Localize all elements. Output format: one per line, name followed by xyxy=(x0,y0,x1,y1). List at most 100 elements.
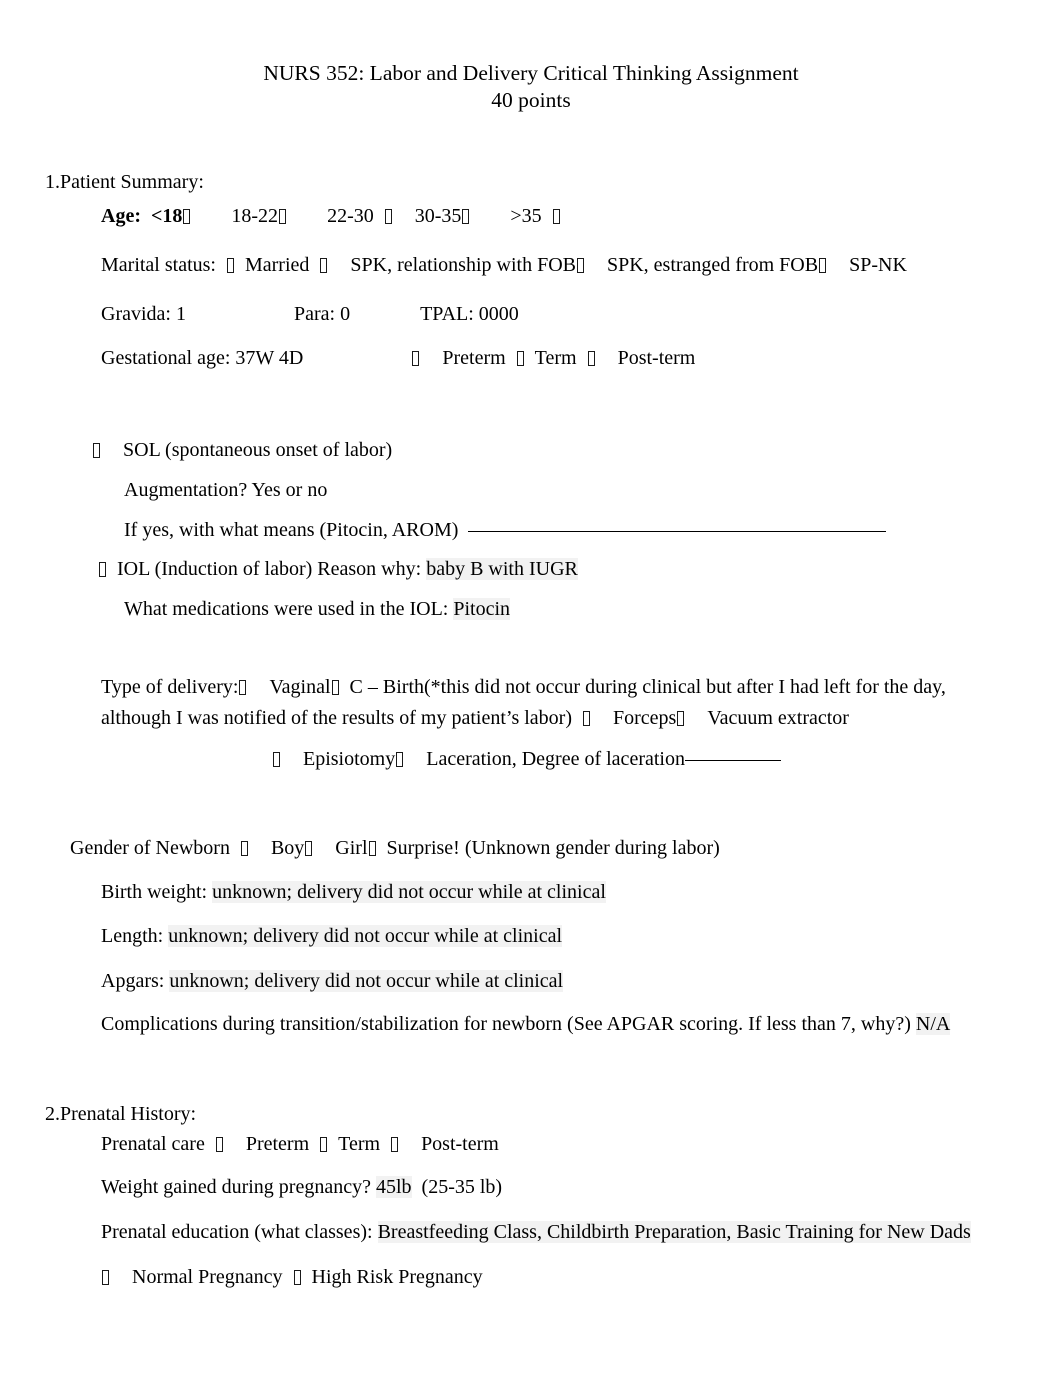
age-option-0-label: <18 xyxy=(150,205,183,227)
marital-status-label: Marital status: xyxy=(101,254,216,276)
episiotomy-row: Episiotomy Laceration, Degree of lacerati… xyxy=(272,747,781,771)
title-line-2: 40 points xyxy=(491,88,571,112)
complications-answer[interactable]: N/A xyxy=(915,1013,951,1035)
checkbox-icon-gestational-0[interactable] xyxy=(412,351,420,366)
weight-gained-answer[interactable]: 45lb xyxy=(375,1176,412,1198)
age-row: Age: <18 18-22 22-30 30-35 >35 xyxy=(101,204,561,228)
checkbox-icon-marital-0[interactable] xyxy=(226,258,234,273)
gestational-option-1-label: Term xyxy=(534,347,577,369)
age-option-4-label: >35 xyxy=(510,205,542,227)
checkbox-icon-age-1[interactable] xyxy=(279,209,287,224)
gestational-age-row: Gestational age: 37W 4D Preterm Term Post-t… xyxy=(101,346,695,370)
prenatal-care-option-1-label: Term xyxy=(338,1133,381,1155)
normal-pregnancy-label: Normal Pregnancy xyxy=(132,1266,283,1288)
iol-medications-label: What medications were used in the IOL: xyxy=(124,598,449,620)
laceration-label: Laceration, Degree of laceration xyxy=(426,748,685,770)
sol-label: SOL (spontaneous onset of labor) xyxy=(123,439,393,461)
if-yes-means-row: If yes, with what means (Pitocin, AROM) xyxy=(124,518,887,542)
length-row: Length: unknown; delivery did not occur … xyxy=(101,924,562,948)
section-2-heading: 2.Prenatal History: xyxy=(45,1103,197,1125)
document-page: NURS 352: Labor and Delivery Critical Th… xyxy=(0,0,1062,1377)
weight-gained-row: Weight gained during pregnancy? 45lb (25-… xyxy=(101,1175,502,1199)
checkbox-icon-normal-pregnancy[interactable] xyxy=(102,1270,109,1285)
gender-surprise-label: Surprise! (Unknown gender during labor) xyxy=(386,837,720,859)
prenatal-care-option-2-label: Post-term xyxy=(421,1133,499,1155)
apgars-answer[interactable]: unknown; delivery did not occur while at… xyxy=(169,970,564,992)
checkbox-icon-age-3[interactable] xyxy=(462,209,470,224)
pregnancy-risk-row: Normal Pregnancy High Risk Pregnancy xyxy=(101,1265,483,1289)
checkbox-icon-age-2[interactable] xyxy=(384,209,392,224)
birth-weight-answer[interactable]: unknown; delivery did not occur while at… xyxy=(212,881,606,903)
checkbox-icon-gestational-2[interactable] xyxy=(587,351,595,366)
complications-label: Complications during transition/stabiliz… xyxy=(101,1013,911,1035)
age-option-2-label: 22-30 xyxy=(327,205,374,227)
checkbox-icon-prenatal-0[interactable] xyxy=(215,1137,223,1152)
checkbox-icon-marital-3[interactable] xyxy=(819,258,827,273)
iol-medications-answer[interactable]: Pitocin xyxy=(453,598,511,620)
sol-row: SOL (spontaneous onset of labor) xyxy=(92,438,392,462)
checkbox-icon-age-0[interactable] xyxy=(183,209,191,224)
checkbox-icon-laceration[interactable] xyxy=(396,752,404,767)
if-yes-means-blank[interactable] xyxy=(468,531,887,532)
gender-boy-label: Boy xyxy=(270,837,305,859)
prenatal-care-row: Prenatal care Preterm Term Post-term xyxy=(101,1132,499,1156)
checkbox-icon-gender-boy[interactable] xyxy=(240,841,248,856)
prenatal-education-row: Prenatal education (what classes): Breas… xyxy=(101,1220,971,1244)
checkbox-icon-iol[interactable] xyxy=(99,562,106,577)
gender-girl-label: Girl xyxy=(335,837,368,859)
marital-option-2-label: SPK, estranged from FOB xyxy=(606,254,819,276)
gestational-option-0-label: Preterm xyxy=(442,347,506,369)
apgars-label: Apgars: xyxy=(101,970,165,992)
checkbox-icon-age-4[interactable] xyxy=(552,209,560,224)
if-yes-means-label: If yes, with what means (Pitocin, AROM) xyxy=(124,519,459,541)
age-option-3-label: 30-35 xyxy=(414,205,462,227)
episiotomy-label: Episiotomy xyxy=(303,748,396,770)
iol-reason-answer[interactable]: baby B with IUGR xyxy=(426,558,578,580)
prenatal-education-answer[interactable]: Breastfeeding Class, Childbirth Preparat… xyxy=(377,1221,971,1243)
checkbox-icon-high-risk-pregnancy[interactable] xyxy=(293,1270,301,1285)
checkbox-icon-prenatal-1[interactable] xyxy=(320,1137,328,1152)
document-title: NURS 352: Labor and Delivery Critical Th… xyxy=(0,60,1062,114)
delivery-type-label: Type of delivery: xyxy=(101,676,239,698)
delivery-option-vaginal-label: Vaginal xyxy=(269,676,331,698)
delivery-option-vacuum-label: Vacuum extractor xyxy=(707,707,849,729)
checkbox-icon-delivery-forceps[interactable] xyxy=(583,711,591,726)
checkbox-icon-gender-surprise[interactable] xyxy=(368,841,376,856)
checkbox-icon-marital-2[interactable] xyxy=(576,258,584,273)
age-option-1-label: 18-22 xyxy=(231,205,279,227)
marital-option-3-label: SP-NK xyxy=(849,254,907,276)
newborn-gender-row: Gender of Newborn Boy Girl Surprise! (Unkno… xyxy=(70,836,720,860)
augmentation-label: Augmentation? Yes or no xyxy=(124,479,328,501)
checkbox-icon-sol[interactable] xyxy=(93,443,100,458)
newborn-gender-label: Gender of Newborn xyxy=(70,837,230,859)
age-label: Age: xyxy=(101,205,141,227)
high-risk-pregnancy-label: High Risk Pregnancy xyxy=(311,1266,483,1288)
checkbox-icon-gestational-1[interactable] xyxy=(516,351,524,366)
gestational-age-label: Gestational age: 37W 4D xyxy=(101,347,304,369)
checkbox-icon-episiotomy[interactable] xyxy=(273,752,280,767)
iol-label: IOL (Induction of labor) Reason why: xyxy=(117,558,422,580)
augmentation-row: Augmentation? Yes or no xyxy=(124,478,327,502)
weight-gained-range: (25-35 lb) xyxy=(421,1176,503,1198)
tpal-value: TPAL: 0000 xyxy=(420,303,519,325)
checkbox-icon-gender-girl[interactable] xyxy=(305,841,313,856)
length-answer[interactable]: unknown; delivery did not occur while at… xyxy=(168,925,562,947)
checkbox-icon-marital-1[interactable] xyxy=(320,258,328,273)
checkbox-icon-delivery-vacuum[interactable] xyxy=(677,711,685,726)
prenatal-education-label: Prenatal education (what classes): xyxy=(101,1221,373,1243)
checkbox-icon-delivery-csection[interactable] xyxy=(331,680,339,695)
section-1-heading: 1.Patient Summary: xyxy=(45,171,204,193)
laceration-degree-blank[interactable] xyxy=(684,760,781,761)
checkbox-icon-delivery-vaginal[interactable] xyxy=(239,680,247,695)
iol-medications-row: What medications were used in the IOL: P… xyxy=(124,597,511,621)
prenatal-care-option-0-label: Preterm xyxy=(245,1133,310,1155)
delivery-option-forceps-label: Forceps xyxy=(613,707,677,729)
birth-weight-row: Birth weight: unknown; delivery did not … xyxy=(101,880,606,904)
marital-option-1-label: SPK, relationship with FOB xyxy=(350,254,576,276)
apgars-row: Apgars: unknown; delivery did not occur … xyxy=(101,969,564,993)
delivery-type-row: Type of delivery: Vaginal C – Birth(*this … xyxy=(101,672,991,734)
complications-row: Complications during transition/stabiliz… xyxy=(101,1012,951,1036)
checkbox-icon-prenatal-2[interactable] xyxy=(391,1137,399,1152)
para-value: Para: 0 xyxy=(293,303,351,325)
marital-status-row: Marital status: Married SPK, relationship … xyxy=(101,253,907,277)
